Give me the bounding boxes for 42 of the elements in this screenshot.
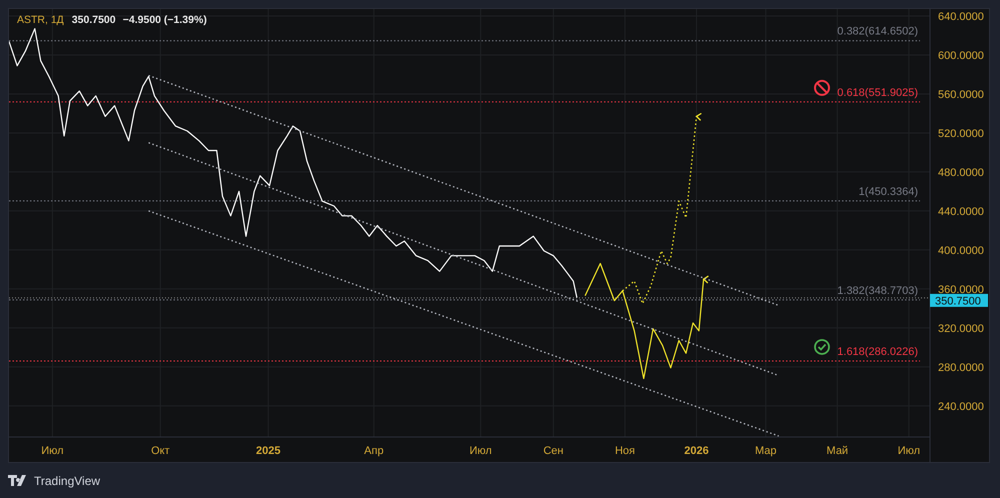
fibonacci-level-label: 0.618(551.9025) [837, 86, 918, 99]
check-icon [814, 339, 830, 355]
price-axis-label: 480.0000 [938, 166, 984, 179]
time-axis-label: Сен [543, 445, 564, 457]
price-axis-label: 280.0000 [938, 362, 984, 374]
price-axis-label: 600.0000 [938, 50, 984, 62]
fibonacci-level-line[interactable] [9, 200, 920, 202]
fibonacci-level-label: 1.618(286.0226) [837, 346, 918, 358]
price-axis-label: 360.0000 [938, 284, 984, 296]
price-axis-label: 440.0000 [938, 206, 984, 218]
time-axis-label: Апр [364, 445, 384, 457]
time-axis-label: Ноя [614, 445, 635, 457]
current-price-tag: 350.7500 [930, 294, 988, 308]
fibonacci-level-line[interactable] [9, 360, 920, 362]
price-axis-label: 560.0000 [938, 88, 984, 101]
fibonacci-level-line[interactable] [9, 101, 920, 102]
symbol-label: ASTR, 1Д [17, 14, 64, 26]
time-axis-label: Мар [754, 445, 776, 457]
channel-line[interactable] [148, 142, 779, 376]
time-axis-label: Окт [151, 445, 170, 457]
price-axis-label: 520.0000 [938, 128, 984, 140]
time-axis-label: Май [826, 445, 848, 457]
last-price: 350.7500 [72, 14, 116, 26]
price-axis-label: 640.0000 [938, 11, 984, 24]
price-change: −4.9500 (−1.39%) [122, 14, 207, 26]
time-axis-label: Июл [469, 445, 492, 457]
price-axis-label: 320.0000 [938, 322, 984, 335]
time-axis-label: 2025 [256, 445, 281, 457]
fibonacci-level-label: 1(450.3364) [858, 186, 918, 198]
fibonacci-level-label: 0.382(614.6502) [837, 26, 918, 38]
fibonacci-level-line[interactable] [9, 299, 920, 300]
price-axis-label: 240.0000 [938, 400, 984, 413]
ref-line-label: 350.7500 [935, 295, 981, 308]
time-axis-label: 2026 [684, 445, 709, 457]
time-axis-label: Июл [41, 445, 64, 457]
price-axis-label: 400.0000 [938, 244, 984, 257]
no-entry-icon [814, 80, 830, 96]
fibonacci-level-label: 1.382(348.7703) [837, 284, 918, 297]
time-axis-label: Июл [898, 445, 920, 457]
fibonacci-level-line[interactable] [9, 40, 920, 42]
projection-arrow[interactable] [584, 262, 710, 380]
brand-name: TradingView [34, 472, 100, 490]
